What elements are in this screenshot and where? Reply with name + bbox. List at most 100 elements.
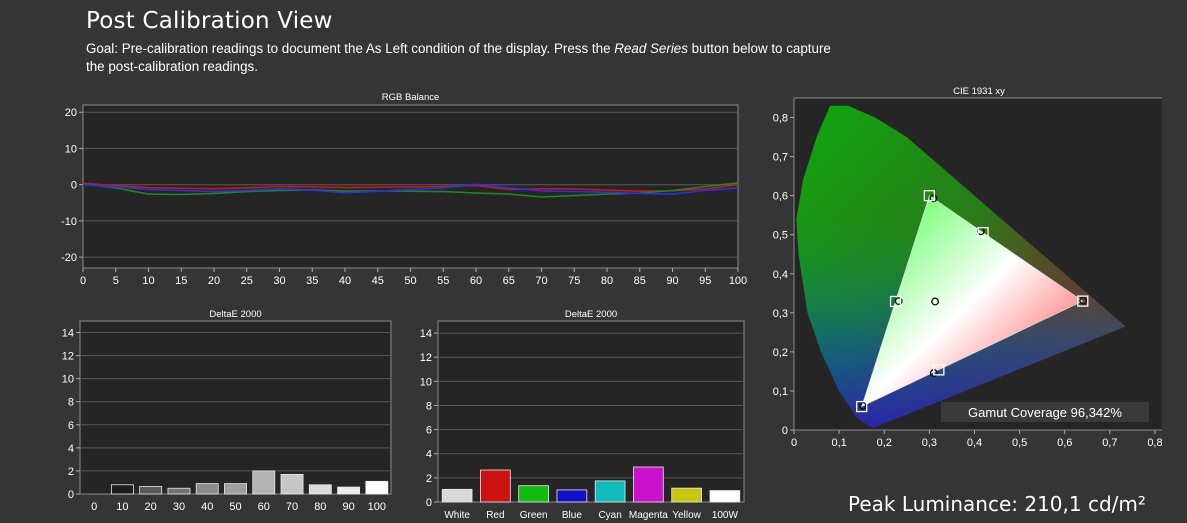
grayscale-xtick-label: 0	[91, 501, 97, 513]
colors-bar	[671, 487, 702, 503]
grayscale-bar	[195, 483, 219, 495]
rgb-ytick-label: -20	[61, 252, 77, 264]
grayscale-ytick-label: 0	[68, 489, 74, 501]
grayscale-xtick-label: 10	[116, 501, 128, 513]
colors-ytick-label: 8	[426, 400, 432, 412]
grayscale-bar	[167, 487, 191, 495]
rgb-balance-plot: RGB Balance20100-10-200 5 10 15 20 25 30 35 40 45…	[61, 92, 747, 287]
grayscale-xtick-label: 90	[342, 501, 354, 513]
colors-bar	[518, 485, 549, 503]
rgb-xtick-label: 5	[113, 275, 119, 287]
rgb-ytick-label: 10	[65, 143, 77, 155]
rgb-xtick-label: 35	[306, 275, 318, 287]
rgb-xtick-label: 70	[535, 275, 547, 287]
rgb-xtick-label: 40	[339, 275, 351, 287]
rgb-xtick-label: 20	[208, 275, 220, 287]
rgb-xtick-label: 95	[699, 275, 711, 287]
cie-plot: CIE 1931 xy 0,8 0,7 0,6 0,5 0,4 0,3 0,2 0,1 00 0,1…	[773, 86, 1162, 449]
rgb-xtick-label: 80	[601, 275, 613, 287]
color-deltae-plot: DeltaE 2000 14 12 10 8 6 4 2 0 White Red Green Blue C…	[420, 309, 745, 521]
rgb-balance-chart: RGB Balance 20 10 0 -10 -20 0 5 10 15 20 25 30 35 40 45…	[55, 88, 750, 293]
grayscale-deltae-chart: DeltaE 2000 14 12 10 8 6 4 2 0 0 10 20 30 40 50 60 70 80 9…	[55, 305, 395, 515]
cie-ytick-label: 0,8	[773, 113, 788, 125]
grayscale-ytick-label: 8	[68, 397, 74, 409]
colors-xtick-label: Cyan	[598, 510, 621, 521]
grayscale-ytick-label: 6	[68, 420, 74, 432]
rgb-xtick-label: 45	[372, 275, 384, 287]
cie-ytick-label: 0,7	[773, 152, 788, 164]
rgb-xtick-label: 60	[470, 275, 482, 287]
rgb-xtick-label: 90	[666, 275, 678, 287]
rgb-xtick-label: 30	[273, 275, 285, 287]
grayscale-bar	[280, 473, 304, 495]
colors-ytick-label: 2	[426, 473, 432, 485]
colors-bar	[633, 466, 664, 503]
page-title: Post Calibration View	[86, 8, 333, 34]
cie-xtick-label: 0	[791, 437, 797, 449]
grayscale-ytick-label: 4	[68, 443, 74, 455]
rgb-xtick-label: 55	[437, 275, 449, 287]
rgb-xtick-label: 25	[241, 275, 253, 287]
goal-text: Goal: Pre-calibration readings to docume…	[86, 41, 831, 74]
grayscale-plot-area	[79, 320, 392, 495]
cie-ytick-label: 0,2	[773, 347, 788, 359]
colors-xtick-label: Red	[486, 510, 504, 521]
rgb-xtick-label: 15	[175, 275, 187, 287]
cie-ytick-label: 0,3	[773, 308, 788, 320]
rgb-xtick-label: 100	[729, 275, 747, 287]
rgb-xtick-label: 85	[634, 275, 646, 287]
grayscale-bar	[308, 484, 332, 495]
cie-xtick-label: 0,5	[1012, 437, 1027, 449]
rgb-xtick-label: 10	[142, 275, 154, 287]
rgb-xtick-label: 65	[503, 275, 515, 287]
cie-xtick-label: 0,4	[967, 437, 982, 449]
colors-xtick-label: White	[444, 510, 470, 521]
cie-ytick-label: 0,4	[773, 269, 788, 281]
cie-chart: CIE 1931 xy 0,8 0,7 0,6 0,5 0,4 0,3 0,2 0,1 0 0 0,1…	[758, 84, 1162, 452]
colors-ytick-label: 4	[426, 449, 432, 461]
cie-ytick-label: 0,5	[773, 230, 788, 242]
peak-luminance: Peak Luminance: 210,1 cd/m²	[848, 492, 1146, 516]
cie-ytick-label: 0,6	[773, 191, 788, 203]
grayscale-xtick-label: 40	[201, 501, 213, 513]
colors-ytick-label: 14	[420, 328, 432, 340]
cie-xtick-label: 0,6	[1057, 437, 1072, 449]
grayscale-bar	[365, 480, 389, 495]
colors-bar	[480, 469, 511, 503]
grayscale-bar	[110, 484, 134, 495]
cie-xtick-label: 0,7	[1102, 437, 1117, 449]
colors-ytick-label: 0	[426, 497, 432, 509]
cie-xtick-label: 0,8	[1147, 437, 1162, 449]
cie-ytick-label: 0	[782, 425, 788, 437]
grayscale-bar	[337, 486, 361, 495]
cie-xtick-label: 0,1	[831, 437, 846, 449]
colors-xtick-label: Blue	[562, 510, 582, 521]
grayscale-bar	[224, 483, 247, 495]
grayscale-xtick-label: 30	[173, 501, 185, 513]
colors-xtick-label: Magenta	[629, 510, 668, 521]
grayscale-xtick-label: 20	[145, 501, 157, 513]
rgb-ytick-label: -10	[61, 216, 77, 228]
grayscale-xtick-label: 60	[258, 501, 270, 513]
gamut-coverage-label: Gamut Coverage 96,342%	[968, 405, 1122, 420]
grayscale-ytick-label: 2	[68, 466, 74, 478]
colors-xtick-label: 100W	[712, 510, 739, 521]
rgb-title: RGB Balance	[382, 92, 440, 103]
colors-ytick-label: 6	[426, 425, 432, 437]
rgb-xtick-label: 0	[80, 275, 86, 287]
color-deltae-chart: DeltaE 2000 14 12 10 8 6 4 2 0 White Red Green Blue C…	[405, 305, 750, 523]
rgb-ytick-label: 0	[71, 180, 77, 192]
colors-ytick-label: 10	[420, 376, 432, 388]
grayscale-ytick-label: 12	[62, 351, 74, 363]
grayscale-bar	[252, 470, 276, 495]
colors-bar	[594, 480, 626, 503]
grayscale-xtick-label: 100	[368, 501, 386, 513]
grayscale-ytick-label: 14	[62, 328, 74, 340]
grayscale-xtick-label: 80	[314, 501, 326, 513]
colors-ytick-label: 12	[420, 352, 432, 364]
colors-title: DeltaE 2000	[565, 309, 617, 320]
read-series-reference: Read Series	[614, 41, 688, 56]
rgb-xtick-label: 75	[568, 275, 580, 287]
grayscale-bar	[139, 486, 163, 495]
grayscale-deltae-plot: DeltaE 2000141210864200 10 20 30 40 50 60 70 80 9…	[62, 309, 392, 513]
